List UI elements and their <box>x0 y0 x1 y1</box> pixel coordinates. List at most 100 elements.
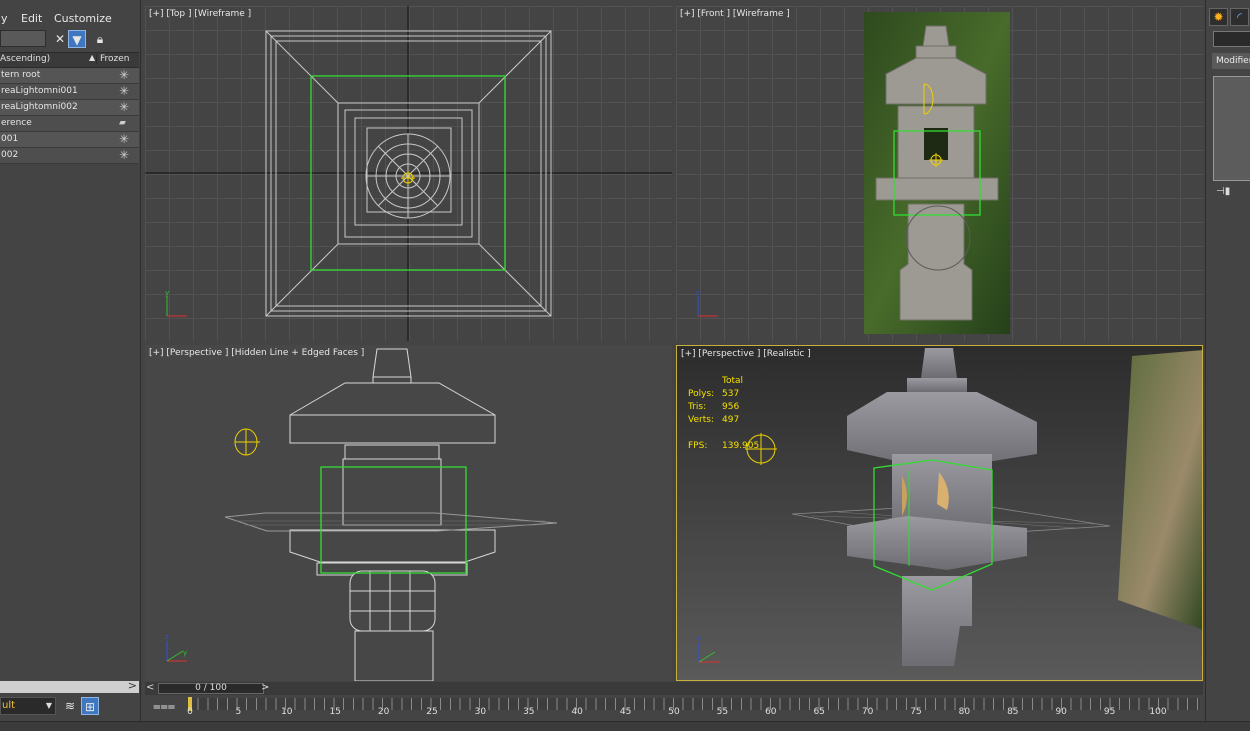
tick-label: 15 <box>329 707 341 717</box>
tris-value: 956 <box>722 402 740 412</box>
list-item[interactable]: 001 ✳ <box>0 132 139 148</box>
column-name-header[interactable]: Ascending) <box>0 54 50 64</box>
tick-label: 45 <box>619 707 632 717</box>
hierarchy-icon[interactable]: ⊞ <box>81 697 99 715</box>
front-scene: z <box>696 12 1010 334</box>
viewport-label[interactable]: [+] [Front ] [Wireframe ] <box>680 9 790 19</box>
polys-label: Polys: <box>688 389 715 399</box>
svg-text:z: z <box>165 633 169 641</box>
layer-dropdown-value: ult <box>2 700 16 711</box>
tick-label: 80 <box>958 707 971 717</box>
freeze-toggle-icon[interactable]: ✳ <box>119 132 129 146</box>
svg-text:y: y <box>183 649 187 657</box>
list-item[interactable]: reaLightomni002 ✳ <box>0 100 139 116</box>
time-slider[interactable]: < 0 / 100 > <box>145 682 1203 695</box>
list-item[interactable]: reaLightomni001 ✳ <box>0 84 139 100</box>
freeze-toggle-icon[interactable]: ✳ <box>119 148 129 162</box>
object-name: tern root <box>1 70 41 80</box>
next-frame-button[interactable]: > <box>261 682 269 693</box>
freeze-toggle-icon[interactable]: ✳ <box>119 84 129 98</box>
command-panel: ✹ ◜ Modifier ⊣▮ <box>1205 0 1250 730</box>
tick-label: 10 <box>281 707 293 717</box>
list-item[interactable]: 002 ✳ <box>0 148 139 164</box>
prev-frame-button[interactable]: < <box>146 682 154 693</box>
explorer-header: Ascending) ▲ Frozen <box>0 52 139 68</box>
viewport-label[interactable]: [+] [Perspective ] [Hidden Line + Edged … <box>149 348 364 358</box>
lock-icon[interactable]: 🔒︎ <box>91 30 109 48</box>
object-name-field[interactable] <box>1213 31 1250 47</box>
tick-label: 0 <box>187 707 193 717</box>
svg-text:z: z <box>697 634 701 642</box>
menu-bar: y Edit Customize <box>0 8 140 28</box>
tick-label: 60 <box>765 707 777 717</box>
scene-object-list: tern root ✳ reaLightomni001 ✳ reaLightomni… <box>0 68 139 164</box>
freeze-toggle-icon[interactable]: ✳ <box>119 100 129 114</box>
viewport-top[interactable]: y [+] [Top ] [Wireframe ] <box>145 6 672 341</box>
tick-label: 35 <box>523 707 535 717</box>
realistic-scene: z <box>697 348 1202 666</box>
layer-stack-icon[interactable]: ▰ <box>119 118 126 128</box>
clear-search-icon[interactable]: ✕ <box>51 30 69 48</box>
viewport-front[interactable]: z [+] [Front ] [Wireframe ] <box>676 6 1203 341</box>
layers-icon[interactable]: ≋ <box>61 697 79 715</box>
viewport-label[interactable]: [+] [Perspective ] [Realistic ] <box>681 349 811 359</box>
search-input[interactable] <box>0 30 46 47</box>
fps-value: 139.905 <box>722 441 760 451</box>
freeze-toggle-icon[interactable]: ✳ <box>119 68 129 82</box>
create-tab-icon[interactable]: ✹ <box>1209 8 1228 26</box>
verts-value: 497 <box>722 415 740 425</box>
menu-item-edit[interactable]: Edit <box>21 12 42 25</box>
stats-header: Total <box>722 376 744 386</box>
tick-label: 55 <box>716 707 729 717</box>
modifier-stack[interactable] <box>1213 76 1250 181</box>
menu-item-file[interactable]: y <box>1 12 8 25</box>
polys-value: 537 <box>722 389 740 399</box>
search-row: ✕ ▼ 🔒︎ <box>0 29 140 49</box>
tick-label: 75 <box>910 707 922 717</box>
tick-label: 90 <box>1055 707 1067 717</box>
column-frozen-header[interactable]: Frozen <box>96 54 130 64</box>
reference-photo-plane <box>1118 350 1202 630</box>
object-name: 001 <box>1 134 19 144</box>
tick-label: 25 <box>426 707 438 717</box>
list-item[interactable]: tern root ✳ <box>0 68 139 84</box>
list-item[interactable]: erence ▰ <box>0 116 139 132</box>
chevron-down-icon: ▼ <box>45 701 52 710</box>
pin-stack-icon[interactable]: ⊣▮ <box>1216 186 1230 197</box>
tick-label: 40 <box>571 707 583 717</box>
object-name: 002 <box>1 150 19 160</box>
time-slider-thumb[interactable]: 0 / 100 <box>158 683 264 694</box>
tick-label: 20 <box>377 707 390 717</box>
perspective-hiddenline-scene: zy <box>165 348 558 681</box>
layer-row: ult ▼ ≋ ⊞ <box>0 697 140 717</box>
curve-editor-icon[interactable]: ⩶ <box>153 699 175 714</box>
tick-label: 50 <box>668 707 680 717</box>
object-name: erence <box>1 118 32 128</box>
viewport-perspective[interactable]: zy [+] [Perspective ] [Hidden Line + Edg… <box>145 345 672 681</box>
tick-label: 65 <box>813 707 825 717</box>
tris-label: Tris: <box>688 402 707 412</box>
tick-label: 85 <box>1007 707 1019 717</box>
modify-tab-icon[interactable]: ◜ <box>1230 8 1249 26</box>
object-name: reaLightomni001 <box>1 86 78 96</box>
horizontal-scrollbar[interactable]: > <box>0 679 139 693</box>
modifier-list-dropdown[interactable]: Modifier <box>1212 53 1250 69</box>
menu-item-customize[interactable]: Customize <box>54 12 112 25</box>
tick-label: 30 <box>474 707 487 717</box>
tick-label: 95 <box>1103 707 1116 717</box>
svg-text:z: z <box>696 289 700 297</box>
sort-ascending-icon: ▲ <box>89 53 96 62</box>
scroll-right-icon[interactable]: > <box>128 679 137 692</box>
verts-label: Verts: <box>688 415 714 425</box>
top-wireframe-scene: y <box>145 6 672 341</box>
fps-label: FPS: <box>688 441 708 451</box>
tick-label: 5 <box>235 707 242 717</box>
filter-icon[interactable]: ▼ <box>68 30 86 48</box>
tick-label: 70 <box>861 707 874 717</box>
tick-label: 100 <box>1149 707 1167 717</box>
layer-dropdown[interactable]: ult ▼ <box>0 697 56 715</box>
viewport-realistic[interactable]: z [+] [Perspective ] [Realistic ] Total … <box>676 345 1203 681</box>
viewport-label[interactable]: [+] [Top ] [Wireframe ] <box>149 9 251 19</box>
scene-explorer-panel: y Edit Customize ✕ ▼ 🔒︎ Ascending) ▲ Fro… <box>0 0 141 730</box>
trackbar[interactable]: ⩶ 0 5 10 15 20 25 30 35 40 45 50 55 60 65 70 75 80 85 90 95… <box>145 696 1205 720</box>
